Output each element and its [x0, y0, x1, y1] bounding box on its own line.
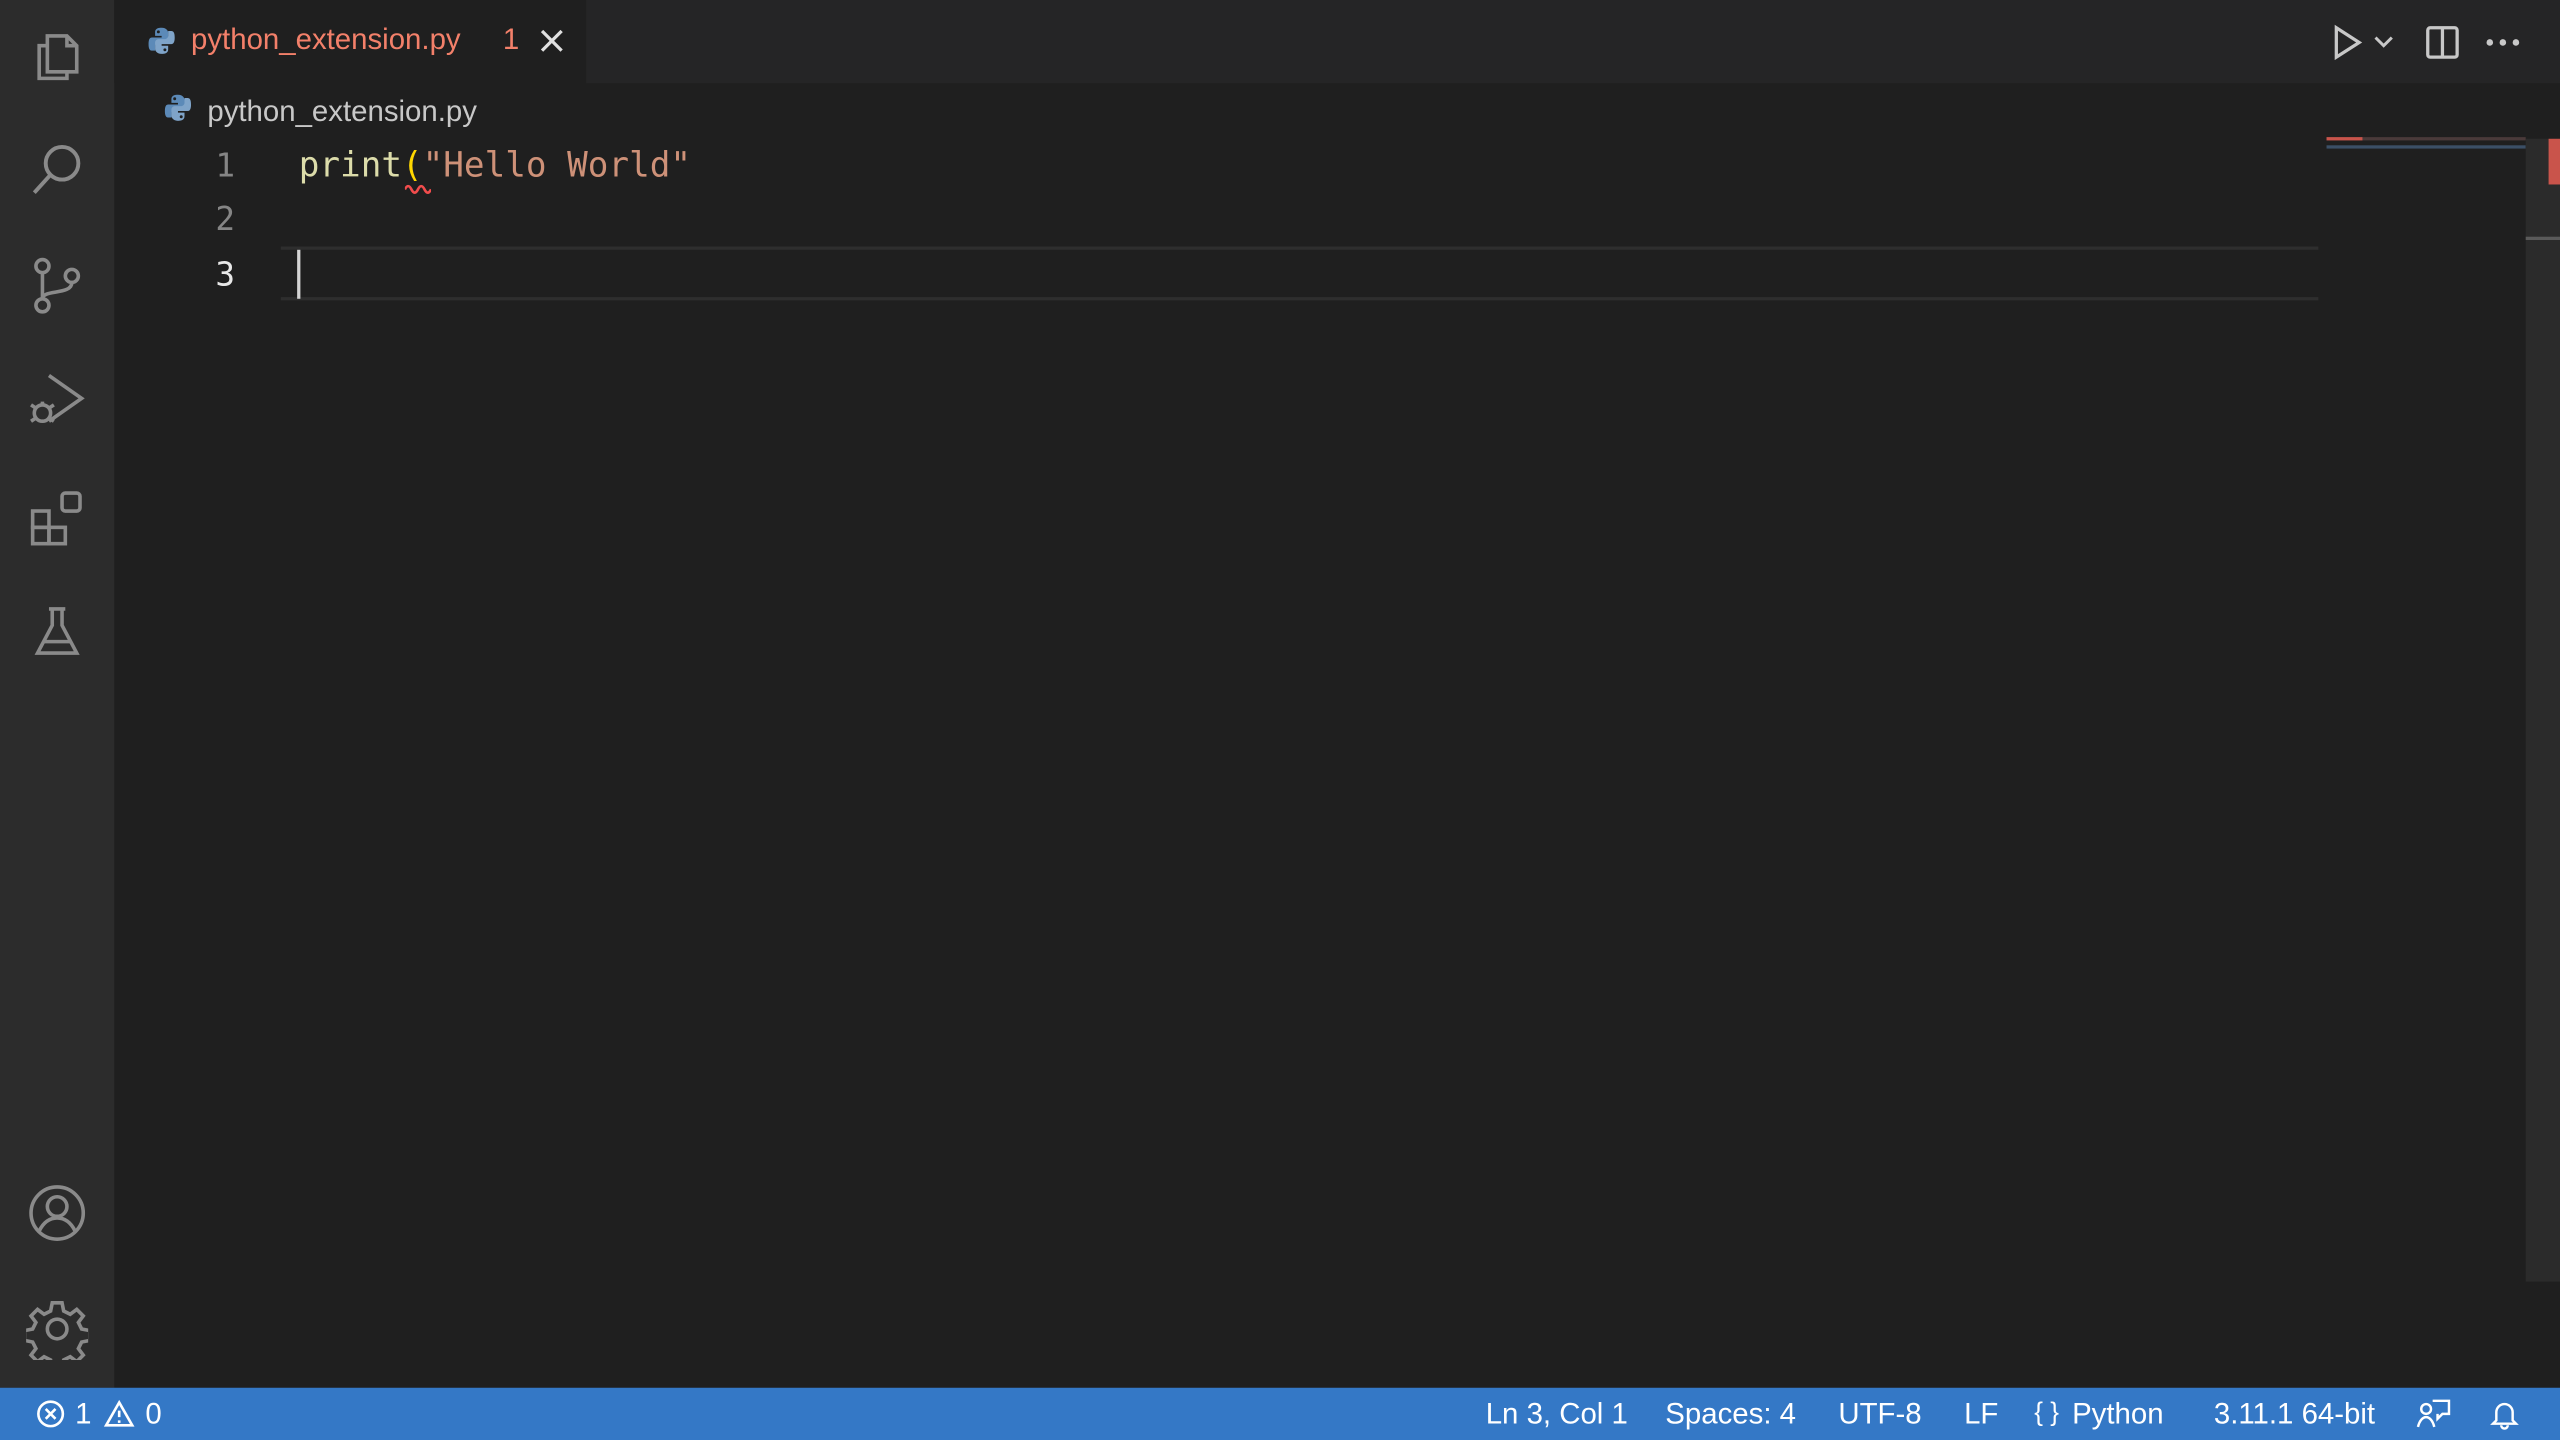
braces-icon: { } — [2034, 1399, 2060, 1427]
source-control-icon[interactable] — [0, 237, 114, 335]
breadcrumb[interactable]: python_extension.py — [163, 88, 477, 134]
tab-label: python_extension.py — [191, 22, 461, 56]
tab-problem-count: 1 — [502, 22, 520, 56]
run-debug-icon[interactable] — [0, 351, 114, 449]
warning-icon — [103, 1399, 136, 1428]
code-token-function: print — [298, 145, 402, 185]
testing-icon[interactable] — [0, 583, 114, 681]
line-number: 2 — [215, 199, 236, 239]
python-file-icon — [163, 92, 192, 130]
error-squiggle — [404, 184, 432, 194]
minimap-error-mark — [2326, 137, 2363, 141]
editor-tab-strip: python_extension.py 1 — [114, 0, 2560, 84]
cursor-position[interactable]: Ln 3, Col 1 — [1486, 1388, 1628, 1440]
status-bar: 1 0 Ln 3, Col 1 Spaces: 4 UTF-8 LF { } P… — [0, 1387, 2560, 1440]
breadcrumb-file: python_extension.py — [207, 93, 477, 127]
more-actions-icon[interactable] — [2482, 21, 2524, 63]
close-icon[interactable] — [536, 24, 569, 57]
minimap-line — [2326, 145, 2526, 149]
text-cursor — [297, 249, 301, 299]
scrollbar-error-marker — [2548, 138, 2560, 185]
vertical-scrollbar[interactable] — [2525, 138, 2560, 1282]
problems-indicator[interactable]: 1 0 — [36, 1388, 162, 1440]
line-number: 1 — [215, 145, 236, 185]
python-interpreter[interactable]: 3.11.1 64-bit — [2214, 1388, 2375, 1440]
accounts-icon[interactable] — [0, 1164, 114, 1262]
python-file-icon — [147, 26, 176, 64]
error-icon — [36, 1399, 65, 1428]
eol-setting[interactable]: LF — [1964, 1388, 1998, 1440]
explorer-icon[interactable] — [0, 7, 114, 105]
run-icon[interactable] — [2328, 21, 2367, 63]
scrollbar-cursor-marker — [2525, 236, 2560, 241]
current-line-highlight — [280, 246, 2319, 301]
bell-icon[interactable] — [2488, 1388, 2521, 1440]
code-token-string: "Hello World" — [422, 145, 692, 185]
code-token-paren: ( — [401, 145, 423, 185]
split-editor-icon[interactable] — [2423, 21, 2462, 63]
extensions-icon[interactable] — [0, 469, 114, 567]
error-count: 1 — [75, 1397, 92, 1431]
search-icon[interactable] — [0, 121, 114, 219]
vscode-window: python_extension.py 1 python_extension.p… — [0, 0, 2560, 1440]
activity-bar — [0, 0, 115, 1388]
language-label: Python — [2072, 1397, 2164, 1431]
feedback-icon[interactable] — [2416, 1388, 2452, 1440]
indentation-setting[interactable]: Spaces: 4 — [1665, 1388, 1796, 1440]
language-mode[interactable]: { } Python — [2034, 1388, 2163, 1440]
manage-gear-icon[interactable] — [0, 1280, 114, 1378]
editor-tab-python-extension[interactable]: python_extension.py 1 — [114, 0, 587, 84]
encoding-setting[interactable]: UTF-8 — [1838, 1388, 1921, 1440]
warning-count: 0 — [145, 1397, 162, 1431]
line-number-active: 3 — [215, 254, 236, 294]
chevron-down-icon[interactable] — [2371, 21, 2397, 63]
code-line-1[interactable]: print("Hello World" — [299, 137, 691, 193]
